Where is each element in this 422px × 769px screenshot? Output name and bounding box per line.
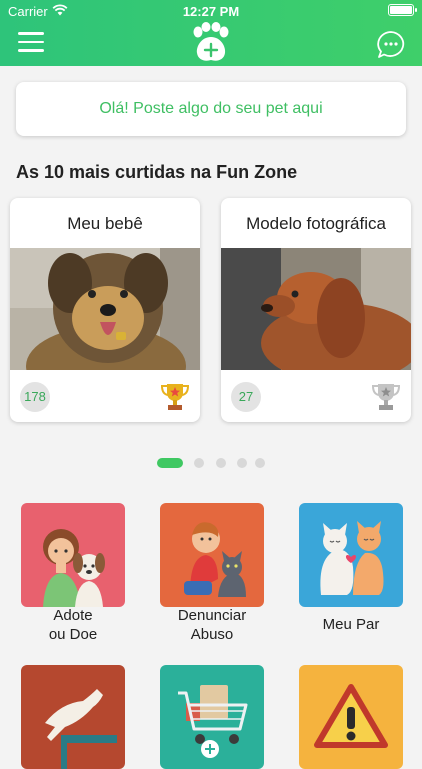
top-post-card[interactable]: Modelo fotográfica 27: [221, 198, 411, 422]
girl-with-dog-icon: [43, 529, 105, 607]
alert-tile[interactable]: [299, 665, 403, 769]
report-abuse-label: Denunciar Abuso: [142, 606, 282, 644]
dog-jumping-icon: [45, 689, 117, 769]
report-abuse-label-line2: Abuso: [190, 626, 234, 643]
dog-photo: [221, 248, 411, 370]
adopt-tile[interactable]: [21, 503, 125, 607]
section-title: As 10 mais curtidas na Fun Zone: [16, 162, 298, 182]
cats-couple-icon: [320, 521, 384, 595]
adopt-label-line1: Adote: [53, 607, 93, 624]
report-abuse-tile[interactable]: [160, 503, 264, 607]
report-abuse-label-line1: Denunciar: [177, 607, 247, 624]
top-post-card[interactable]: Meu bebê 178: [10, 198, 200, 422]
status-time: 12:27 PM: [182, 4, 240, 19]
my-pair-tile[interactable]: [299, 503, 403, 607]
battery-icon: [388, 4, 417, 16]
pager-dot[interactable]: [237, 458, 247, 468]
silver-trophy-icon: [371, 384, 401, 410]
pager-dot[interactable]: [255, 458, 265, 468]
card-title: Modelo fotográfica: [246, 214, 386, 233]
warning-icon: [314, 684, 388, 748]
shop-tile[interactable]: [160, 665, 264, 769]
pager-dot-active[interactable]: [157, 458, 183, 468]
dog-photo: [10, 248, 200, 370]
paw-plus-icon[interactable]: [189, 22, 233, 64]
hamburger-icon[interactable]: [18, 32, 44, 54]
likes-count: 27: [231, 382, 261, 412]
pager-dot[interactable]: [194, 458, 204, 468]
adopt-label: Adote ou Doe: [3, 606, 143, 644]
training-tile[interactable]: [21, 665, 125, 769]
post-input[interactable]: Olá! Poste algo do seu pet aqui: [16, 82, 406, 136]
shopping-cart-icon: [178, 685, 248, 758]
adopt-label-line2: ou Doe: [48, 626, 98, 643]
card-title: Meu bebê: [67, 214, 143, 233]
gold-trophy-icon: [160, 384, 190, 410]
boy-with-cat-icon: [184, 522, 246, 597]
likes-count: 178: [20, 382, 50, 412]
chat-bubble-icon[interactable]: [376, 30, 406, 60]
pager-dot[interactable]: [216, 458, 226, 468]
status-bar: Carrier 12:27 PM: [0, 0, 422, 22]
my-pair-label: Meu Par: [322, 616, 380, 633]
